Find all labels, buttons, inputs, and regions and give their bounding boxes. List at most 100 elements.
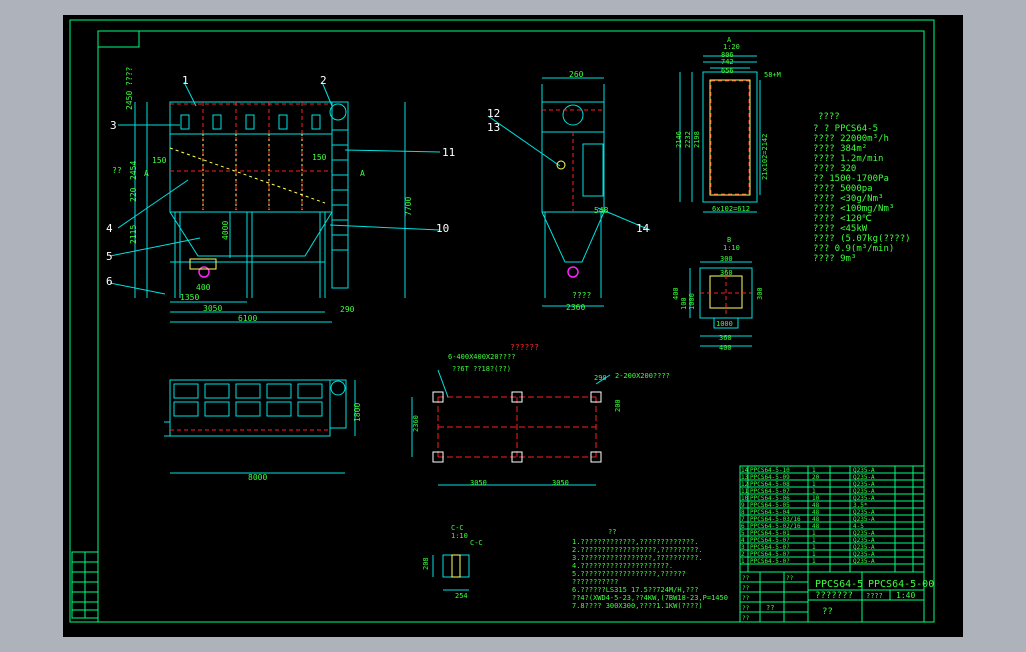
bom-no: 4 (741, 537, 745, 544)
dim-150-left: 150 (152, 156, 167, 165)
detail-a-58m: 58+M (764, 71, 781, 79)
callout-13: 13 (487, 121, 500, 134)
detail-a-2146: 2146 (675, 131, 683, 148)
bom-qty: 1 (812, 467, 816, 474)
note-line: 1.?????????????,?????????????. (572, 538, 698, 546)
drawing-number-2: PPCS64-5-00 (868, 579, 934, 590)
drawing-scale: 1:40 (896, 591, 915, 600)
note-line: ??4?(XWD4-5-23,??4KW,(7BW18-23,P=1450 (572, 594, 728, 602)
bom-qty: 1 (812, 488, 816, 495)
bom-row: PPCS64-5-0? (750, 544, 790, 551)
bom-row: PPCS64-5-03/16 (750, 516, 801, 523)
foundation-dim-3050a: 3050 (470, 479, 487, 487)
bom-no: 12 (741, 481, 749, 488)
callout-6: 6 (106, 275, 113, 288)
section-cc-tag: C-C (470, 539, 483, 547)
bom-row: PPCS64-5-01 (750, 530, 790, 537)
bom-material: Q235-A (853, 474, 875, 481)
plan-dim-1800: 1800 (353, 403, 362, 422)
dim-6100: 6100 (238, 314, 257, 323)
dim-150-right: 150 (312, 153, 327, 162)
drawing-name: ??????? (815, 591, 853, 601)
detail-b-label: B (727, 236, 731, 244)
bom-material: Q235-A (853, 516, 875, 523)
title-label: ?? (786, 575, 794, 582)
bom-row: PPCS64-5-08 (750, 481, 790, 488)
foundation-note-2: ??6T ??18?(??) (452, 365, 511, 373)
detail-a-2232: 2232 (684, 131, 692, 148)
dim-290: 290 (340, 305, 355, 314)
detail-a-612: 6x102=612 (712, 205, 750, 213)
bom-row: PPCS64-5-0? (750, 537, 790, 544)
bom-row: PPCS64-5-04 (750, 509, 790, 516)
bom-no: 6 (741, 523, 745, 530)
bom-row: PPCS64-5-06 (750, 495, 790, 502)
detail-b-100: 100 (680, 297, 688, 310)
detail-b-300b: 300 (756, 287, 764, 300)
weight-label: ?? (766, 604, 774, 612)
bom-qty: 1 (812, 551, 816, 558)
title-label: ?? (742, 595, 750, 602)
foundation-note-1: 6-400X400X20???? (448, 353, 515, 361)
detail-a-742: 742 (721, 58, 734, 66)
bom-material: 4-5 (853, 523, 864, 530)
bom-qty: 20 (812, 474, 820, 481)
note-line: 3.?????????????????,??????????. (572, 554, 703, 562)
dim-2454: 2454 (129, 161, 138, 180)
detail-b-360: 360 (720, 269, 733, 277)
drawing-number: PPCS64-5 (815, 579, 863, 590)
callout-11: 11 (442, 146, 455, 159)
bom-no: 8 (741, 509, 745, 516)
bom-qty: 1 (812, 530, 816, 537)
callout-1: 1 (182, 74, 189, 87)
callout-4: 4 (106, 222, 113, 235)
note-line: 5.??????????????????,?????? (572, 570, 686, 578)
foundation-dim-290: 290 (594, 374, 607, 382)
note-line: ??????????? (572, 578, 618, 586)
bom-no: 2 (741, 551, 745, 558)
section-cc-254: 254 (455, 592, 468, 600)
section-a-left: A (144, 169, 149, 178)
callout-3: 3 (110, 119, 117, 132)
bom-row: PPCS64-5-05 (750, 502, 790, 509)
spec-row: ???? 1.2m/min (813, 154, 883, 164)
spec-row: ???? <45kW (813, 224, 868, 234)
bom-row: PPCS64-5-02/16 (750, 523, 801, 530)
bom-row: PPCS64-5-0? (750, 551, 790, 558)
spec-row: ???? <30g/Nm³ (813, 194, 883, 204)
detail-a-656: 656 (721, 67, 734, 75)
dim-4000: 4000 (221, 221, 230, 240)
spec-row: ?? 1500-1700Pa (813, 174, 889, 184)
detail-b-400: 400 (672, 287, 680, 300)
spec-row: ???? <120℃ (813, 214, 872, 224)
spec-row: ???? 5000pa (813, 184, 873, 194)
bom-qty: 48 (812, 523, 820, 530)
bom-qty: 48 (812, 509, 820, 516)
dim-220: 220 (129, 187, 138, 202)
callout-5: 5 (106, 250, 113, 263)
detail-b-scale: 1:10 (723, 244, 740, 252)
specs-title: ???? (818, 112, 840, 122)
spec-row: ???? 320 (813, 164, 856, 174)
bom-material: Q235-A (853, 495, 875, 502)
section-a-right: A (360, 169, 365, 178)
bom-no: 1 (741, 558, 745, 565)
bom-no: 7 (741, 516, 745, 523)
bom-no: 10 (741, 495, 749, 502)
bom-material: Q235-A (853, 551, 875, 558)
section-q: ?? (112, 166, 122, 175)
detail-b-1000: 1000 (688, 293, 696, 310)
bom-no: 3 (741, 544, 745, 551)
spec-row: ? ? PPCS64-5 (813, 124, 878, 134)
foundation-dim-200: 200 (614, 399, 622, 412)
bom-qty: 1 (812, 544, 816, 551)
section-cc-scale: 1:10 (451, 532, 468, 540)
detail-b-360b: 360 (719, 334, 732, 342)
detail-a-scale: 1:20 (723, 43, 740, 51)
bom-no: 14 (741, 467, 749, 474)
bom-material: 3.5* (853, 502, 868, 509)
note-line: 6.??????LS315 17.5??724M/H,??? (572, 586, 698, 594)
spec-row: ???? <100mg/Nm³ (813, 204, 894, 214)
bom-no: 5 (741, 530, 745, 537)
bom-material: Q235-A (853, 467, 875, 474)
